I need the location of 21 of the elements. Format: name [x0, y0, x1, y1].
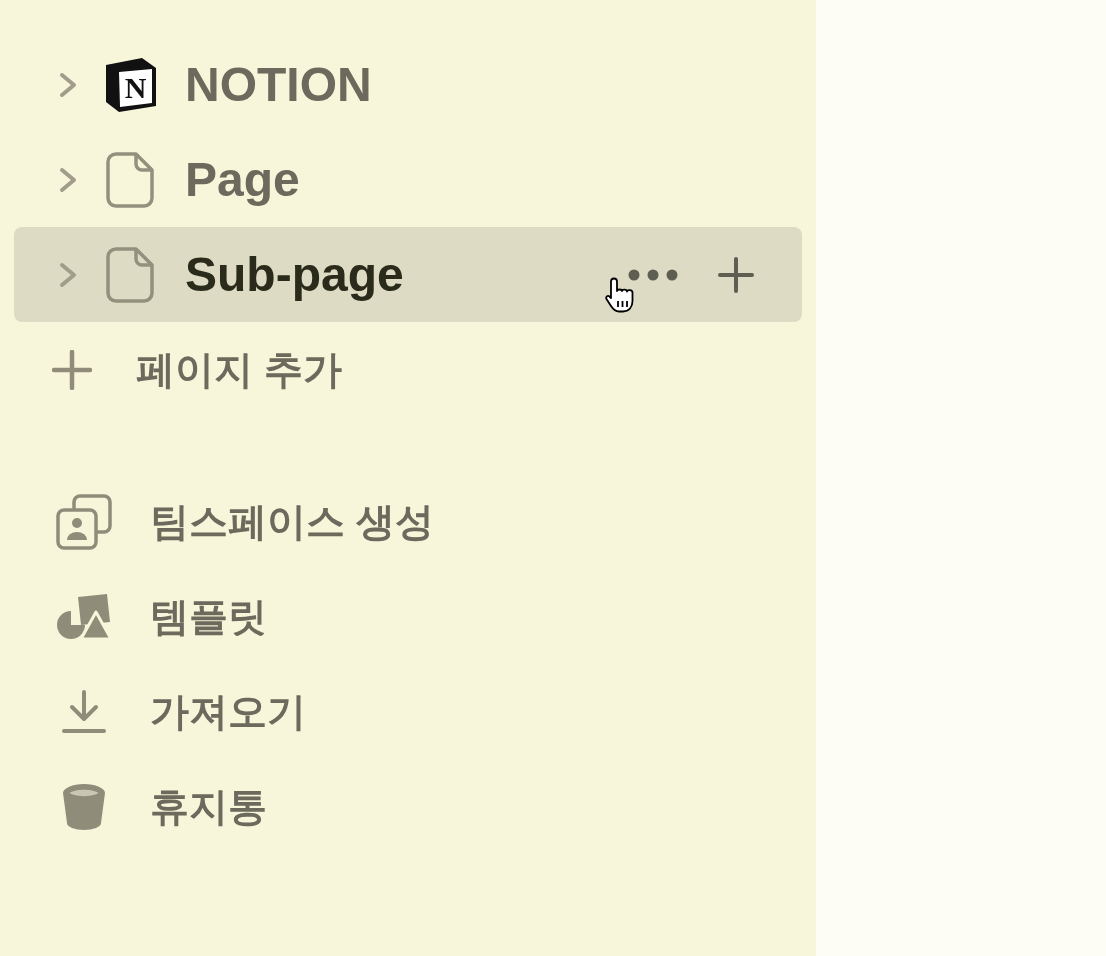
- trash-icon: [62, 782, 106, 831]
- sidebar-item[interactable]: 가져오기: [14, 664, 802, 759]
- page-icon: [106, 151, 154, 208]
- more-icon[interactable]: [628, 268, 678, 281]
- chevron-icon[interactable]: [58, 71, 78, 98]
- page-item[interactable]: N NOTION: [14, 37, 802, 132]
- people-icon: [56, 493, 112, 550]
- sidebar-item[interactable]: 팀스페이스 생성: [14, 474, 802, 569]
- sidebar-item[interactable]: 템플릿: [14, 569, 802, 664]
- plus-icon: [52, 349, 92, 390]
- chevron-icon[interactable]: [58, 261, 78, 288]
- download-icon: [62, 689, 106, 734]
- sidebar-item[interactable]: 휴지통: [14, 759, 802, 854]
- add-page-button[interactable]: 페이지 추가: [14, 322, 802, 417]
- chevron-icon[interactable]: [58, 166, 78, 193]
- hand-cursor-icon: [605, 277, 635, 313]
- page-item[interactable]: Sub-page: [14, 227, 802, 322]
- page-item[interactable]: Page: [14, 132, 802, 227]
- page-icon: [106, 246, 154, 303]
- add-icon[interactable]: [718, 256, 754, 293]
- shapes-icon: [57, 592, 111, 641]
